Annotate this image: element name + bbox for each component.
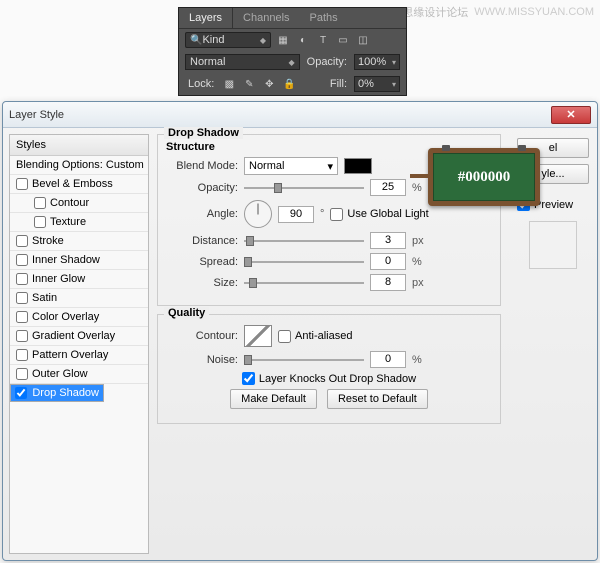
kind-filter[interactable]: 🔍Kind◆: [185, 32, 271, 48]
search-icon: 🔍: [190, 35, 202, 46]
style-item-bevel-emboss[interactable]: Bevel & Emboss: [10, 175, 148, 194]
make-default-button[interactable]: Make Default: [230, 389, 317, 409]
lock-position-icon[interactable]: ✥: [261, 77, 277, 91]
type-filter-icon[interactable]: T: [315, 33, 331, 47]
lock-pixels-icon[interactable]: ✎: [241, 77, 257, 91]
size-slider[interactable]: [244, 275, 364, 291]
dialog-title: Layer Style: [9, 109, 64, 121]
lock-all-icon[interactable]: 🔒: [281, 77, 297, 91]
spread-input[interactable]: 0: [370, 253, 406, 270]
layers-panel: Layers Channels Paths 🔍Kind◆ ▦ ◐ T ▭ ◫ N…: [178, 7, 407, 96]
opacity-input[interactable]: 25: [370, 179, 406, 196]
quality-heading: Quality: [164, 307, 209, 319]
color-value: #000000: [433, 153, 535, 201]
style-item-stroke[interactable]: Stroke: [10, 232, 148, 251]
opacity-label: Opacity:: [166, 182, 238, 194]
reset-default-button[interactable]: Reset to Default: [327, 389, 428, 409]
close-button[interactable]: ✕: [551, 106, 591, 124]
opacity-value[interactable]: 100%▾: [354, 54, 400, 70]
tab-paths[interactable]: Paths: [300, 8, 348, 28]
style-item-outer-glow[interactable]: Outer Glow: [10, 365, 148, 384]
style-item-inner-glow[interactable]: Inner Glow: [10, 270, 148, 289]
style-item-pattern-overlay[interactable]: Pattern Overlay: [10, 346, 148, 365]
knockout-checkbox[interactable]: Layer Knocks Out Drop Shadow: [242, 372, 416, 385]
size-input[interactable]: 8: [370, 274, 406, 291]
blend-mode-dropdown[interactable]: Normal▾: [244, 157, 338, 175]
style-item-color-overlay[interactable]: Color Overlay: [10, 308, 148, 327]
contour-picker[interactable]: [244, 325, 272, 347]
titlebar[interactable]: Layer Style ✕: [3, 102, 597, 128]
opacity-label: Opacity:: [304, 56, 350, 68]
distance-input[interactable]: 3: [370, 232, 406, 249]
size-label: Size:: [166, 277, 238, 289]
style-item-texture[interactable]: Texture: [10, 213, 148, 232]
blend-mode-label: Blend Mode:: [166, 160, 238, 172]
color-callout: #000000: [428, 148, 540, 206]
preview-swatch: [529, 221, 577, 269]
smart-filter-icon[interactable]: ◫: [355, 33, 371, 47]
fill-value[interactable]: 0%▾: [354, 76, 400, 92]
use-global-light-checkbox[interactable]: Use Global Light: [330, 208, 428, 221]
distance-label: Distance:: [166, 235, 238, 247]
blending-options[interactable]: Blending Options: Custom: [10, 156, 148, 175]
tab-channels[interactable]: Channels: [233, 8, 299, 28]
noise-slider[interactable]: [244, 352, 364, 368]
blend-mode-select[interactable]: Normal◆: [185, 54, 300, 70]
distance-slider[interactable]: [244, 233, 364, 249]
angle-input[interactable]: 90: [278, 206, 314, 223]
spread-slider[interactable]: [244, 254, 364, 270]
pixel-filter-icon[interactable]: ▦: [275, 33, 291, 47]
tab-layers[interactable]: Layers: [179, 8, 233, 28]
adjust-filter-icon[interactable]: ◐: [295, 33, 311, 47]
style-item-drop-shadow[interactable]: Drop Shadow: [10, 384, 104, 402]
style-item-gradient-overlay[interactable]: Gradient Overlay: [10, 327, 148, 346]
style-item-satin[interactable]: Satin: [10, 289, 148, 308]
style-item-inner-shadow[interactable]: Inner Shadow: [10, 251, 148, 270]
color-swatch[interactable]: [344, 158, 372, 174]
layers-tabs: Layers Channels Paths: [179, 8, 406, 29]
angle-dial[interactable]: [244, 200, 272, 228]
fill-label: Fill:: [327, 78, 350, 90]
angle-label: Angle:: [166, 208, 238, 220]
group-title: Drop Shadow: [164, 127, 243, 139]
opacity-slider[interactable]: [244, 180, 364, 196]
noise-label: Noise:: [166, 354, 238, 366]
style-list: Styles Blending Options: Custom Bevel & …: [9, 134, 149, 554]
lock-label: Lock:: [185, 78, 217, 90]
lock-transparency-icon[interactable]: ▩: [221, 77, 237, 91]
contour-label: Contour:: [166, 330, 238, 342]
watermark: 思缘设计论坛 WWW.MISSYUAN.COM: [402, 4, 594, 20]
anti-aliased-checkbox[interactable]: Anti-aliased: [278, 330, 352, 343]
noise-input[interactable]: 0: [370, 351, 406, 368]
spread-label: Spread:: [166, 256, 238, 268]
shape-filter-icon[interactable]: ▭: [335, 33, 351, 47]
styles-header[interactable]: Styles: [10, 135, 148, 156]
style-item-contour[interactable]: Contour: [10, 194, 148, 213]
